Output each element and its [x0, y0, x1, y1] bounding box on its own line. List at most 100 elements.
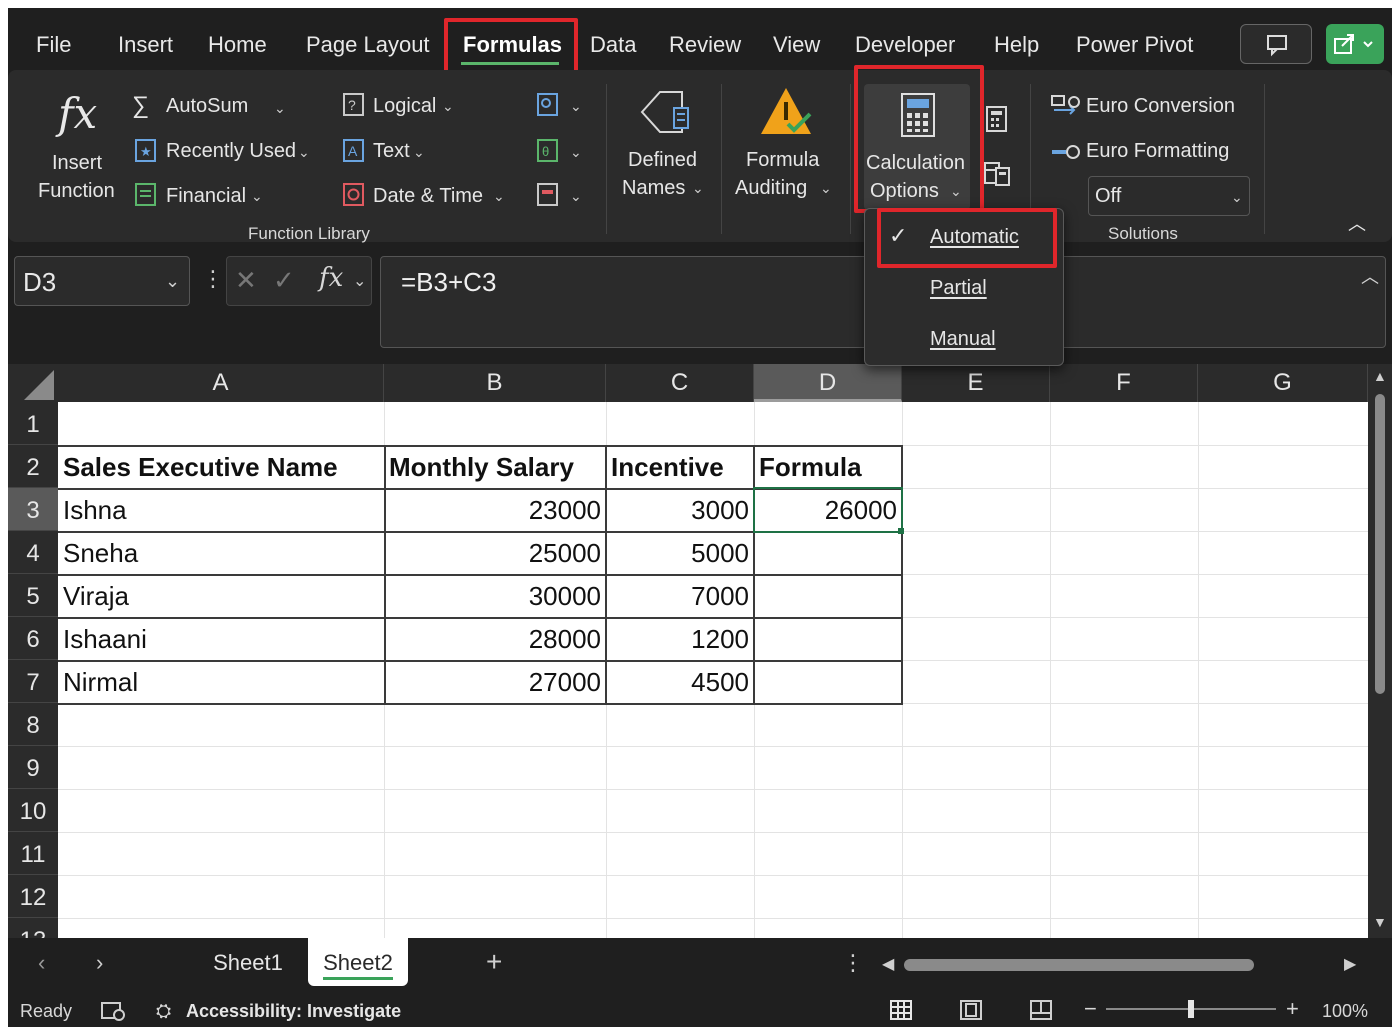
- prev-sheet-arrow-icon[interactable]: ‹: [38, 950, 45, 976]
- cell-d4[interactable]: [754, 531, 902, 573]
- column-header-c[interactable]: C: [606, 364, 754, 402]
- sigma-icon: ∑: [132, 92, 150, 119]
- accessibility-status[interactable]: Accessibility: Investigate: [186, 1001, 401, 1022]
- vertical-scroll-thumb[interactable]: [1375, 394, 1385, 694]
- insert-function-fx-icon[interactable]: fx: [319, 263, 343, 293]
- menu-help[interactable]: Help: [994, 32, 1039, 58]
- scroll-down-arrow-icon[interactable]: ▼: [1373, 914, 1387, 930]
- cell-a4[interactable]: Sneha: [58, 531, 384, 573]
- chevron-down-icon: ⌄: [570, 98, 582, 114]
- cell-b4[interactable]: 25000: [384, 531, 606, 573]
- cell-c7[interactable]: 4500: [606, 660, 754, 702]
- cell-d6[interactable]: [754, 617, 902, 659]
- cell-a5[interactable]: Viraja: [58, 574, 384, 616]
- column-header-a[interactable]: A: [58, 364, 384, 402]
- horizontal-scrollbar[interactable]: ◀ ▶: [878, 952, 1368, 976]
- menu-home[interactable]: Home: [208, 32, 267, 58]
- enter-checkmark-icon[interactable]: ✓: [273, 265, 295, 296]
- horizontal-scroll-thumb[interactable]: [904, 959, 1254, 971]
- row-header-7[interactable]: 7: [8, 660, 58, 703]
- menu-review[interactable]: Review: [669, 32, 741, 58]
- zoom-in-button[interactable]: +: [1286, 996, 1299, 1022]
- row-header-2[interactable]: 2: [8, 445, 58, 488]
- cell-c4[interactable]: 5000: [606, 531, 754, 573]
- vertical-scrollbar[interactable]: ▲ ▼: [1368, 364, 1392, 938]
- column-header-g[interactable]: G: [1198, 364, 1368, 402]
- comments-button[interactable]: [1240, 24, 1312, 64]
- macro-recording-icon[interactable]: [100, 1000, 128, 1022]
- column-header-e[interactable]: E: [902, 364, 1050, 402]
- row-header-6[interactable]: 6: [8, 617, 58, 660]
- header-cell-d2[interactable]: Formula: [754, 445, 902, 487]
- row-header-13[interactable]: 13: [8, 918, 58, 938]
- row-header-12[interactable]: 12: [8, 875, 58, 918]
- euro-conversion-label: Euro Conversion: [1086, 95, 1235, 117]
- cell-a3[interactable]: Ishna: [58, 488, 384, 530]
- collapse-ribbon-icon[interactable]: ︿: [1348, 210, 1366, 236]
- cell-c3[interactable]: 3000: [606, 488, 754, 530]
- cell-c6[interactable]: 1200: [606, 617, 754, 659]
- menu-page-layout[interactable]: Page Layout: [306, 32, 430, 58]
- menu-item-manual[interactable]: Manual: [865, 315, 1063, 363]
- row-header-5[interactable]: 5: [8, 574, 58, 617]
- add-sheet-button[interactable]: +: [486, 946, 502, 978]
- row-header-11[interactable]: 11: [8, 832, 58, 875]
- cell-d7[interactable]: [754, 660, 902, 702]
- header-cell-c2[interactable]: Incentive: [606, 445, 754, 487]
- header-cell-a2[interactable]: Sales Executive Name: [58, 445, 384, 487]
- column-header-f[interactable]: F: [1050, 364, 1198, 402]
- zoom-out-button[interactable]: −: [1084, 996, 1097, 1022]
- menu-insert[interactable]: Insert: [118, 32, 173, 58]
- name-box[interactable]: D3 ⌄: [14, 256, 190, 306]
- row-header-9[interactable]: 9: [8, 746, 58, 789]
- menu-view[interactable]: View: [773, 32, 820, 58]
- cell-a7[interactable]: Nirmal: [58, 660, 384, 702]
- zoom-level[interactable]: 100%: [1322, 1001, 1368, 1022]
- scroll-up-arrow-icon[interactable]: ▲: [1373, 368, 1387, 384]
- cell-d5[interactable]: [754, 574, 902, 616]
- zoom-slider[interactable]: [1106, 1000, 1276, 1018]
- cell-b7[interactable]: 27000: [384, 660, 606, 702]
- cell-b3[interactable]: 23000: [384, 488, 606, 530]
- menu-file[interactable]: File: [36, 32, 71, 58]
- page-break-view-icon[interactable]: [1028, 998, 1054, 1022]
- row-header-4[interactable]: 4: [8, 531, 58, 574]
- more-options-icon[interactable]: ⋮: [842, 950, 864, 976]
- select-all-corner[interactable]: [8, 364, 58, 402]
- chevron-down-icon: ⌄: [353, 273, 367, 290]
- menu-developer[interactable]: Developer: [855, 32, 955, 58]
- menu-data[interactable]: Data: [590, 32, 636, 58]
- fill-handle[interactable]: [898, 528, 904, 534]
- share-button[interactable]: [1326, 24, 1384, 64]
- column-header-b[interactable]: B: [384, 364, 606, 402]
- zoom-slider-thumb[interactable]: [1188, 1000, 1194, 1018]
- cell-b5[interactable]: 30000: [384, 574, 606, 616]
- cell-c5[interactable]: 7000: [606, 574, 754, 616]
- row-header-1[interactable]: 1: [8, 402, 58, 445]
- row-header-3[interactable]: 3: [8, 488, 58, 531]
- row-header-8[interactable]: 8: [8, 703, 58, 746]
- more-functions-icon: [537, 183, 558, 206]
- menu-power-pivot[interactable]: Power Pivot: [1076, 32, 1193, 58]
- header-cell-b2[interactable]: Monthly Salary: [384, 445, 606, 487]
- cell-b6[interactable]: 28000: [384, 617, 606, 659]
- tab-sheet1[interactable]: Sheet1: [198, 938, 298, 986]
- page-layout-view-icon[interactable]: [958, 998, 984, 1022]
- accessibility-icon[interactable]: ⛭: [156, 1001, 171, 1023]
- menu-item-partial[interactable]: Partial: [865, 264, 1063, 312]
- scroll-left-arrow-icon[interactable]: ◀: [882, 954, 894, 974]
- menu-formulas[interactable]: Formulas: [463, 32, 562, 58]
- menu-item-automatic[interactable]: ✓ Automatic: [865, 213, 1063, 261]
- row-header-10[interactable]: 10: [8, 789, 58, 832]
- normal-view-icon[interactable]: [888, 998, 914, 1022]
- more-options-icon[interactable]: ⋮: [202, 266, 224, 292]
- scroll-right-arrow-icon[interactable]: ▶: [1344, 954, 1356, 974]
- expand-formula-bar-icon[interactable]: ︿: [1361, 263, 1379, 289]
- calculation-options-button[interactable]: Calculation Options ⌄: [864, 84, 970, 210]
- column-header-d[interactable]: D: [754, 364, 902, 402]
- tab-sheet2[interactable]: Sheet2: [308, 938, 408, 986]
- cell-a6[interactable]: Ishaani: [58, 617, 384, 659]
- next-sheet-arrow-icon[interactable]: ›: [96, 950, 103, 976]
- cancel-icon[interactable]: ✕: [235, 265, 257, 296]
- euro-format-dropdown[interactable]: Off ⌄: [1088, 176, 1250, 216]
